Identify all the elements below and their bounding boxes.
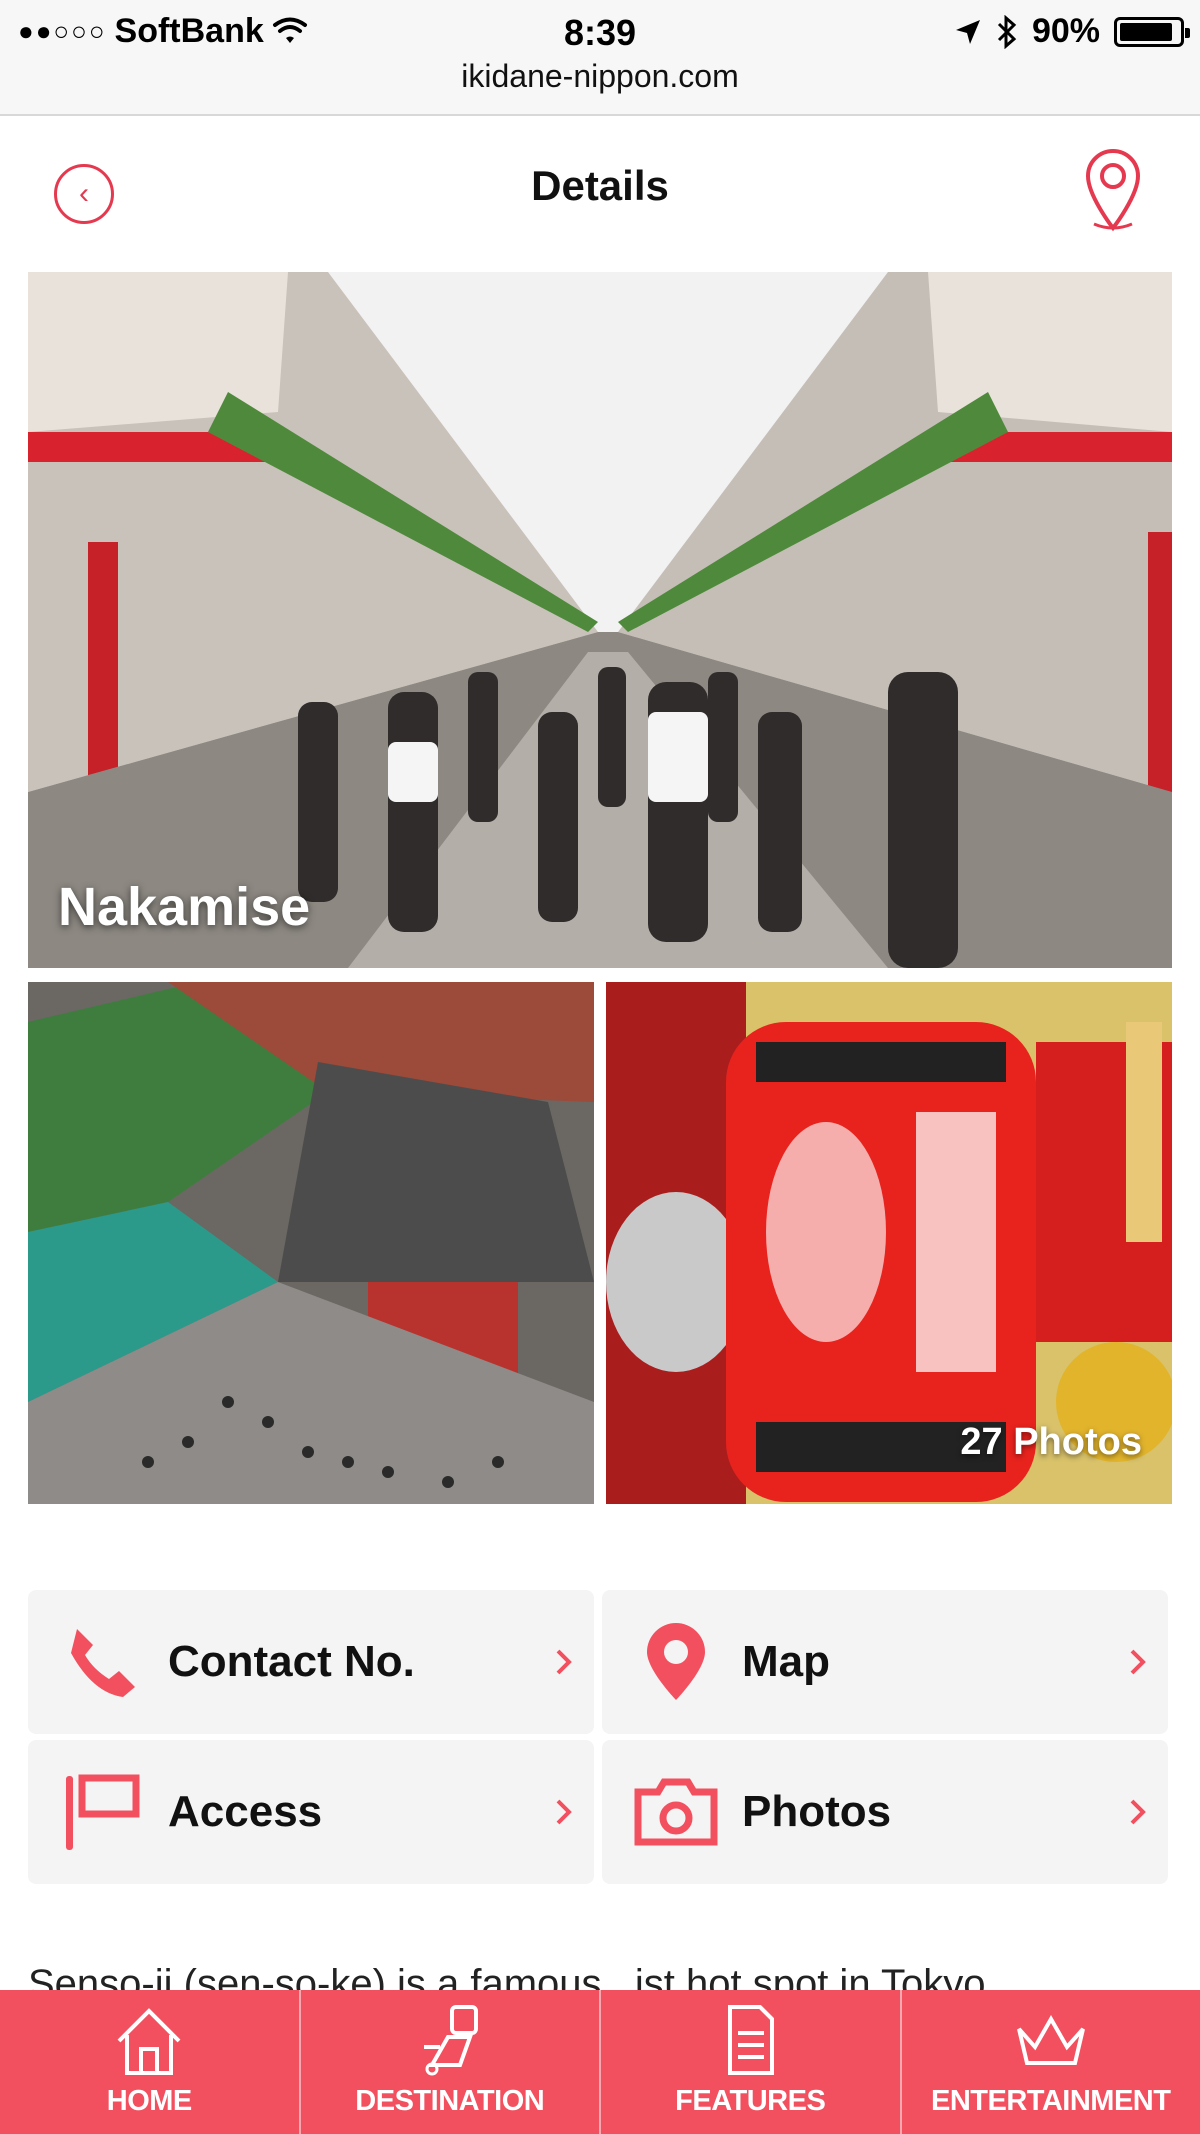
nav-destination[interactable]: DESTINATION — [301, 1990, 601, 2134]
nav-entertainment-label: ENTERTAINMENT — [931, 2085, 1171, 2117]
contact-label: Contact No. — [168, 1637, 415, 1686]
gallery-thumb-left[interactable] — [28, 982, 594, 1504]
page-title: Details — [531, 162, 669, 209]
battery-percent: 90% — [1031, 12, 1100, 50]
gallery-thumb-right[interactable]: 27 Photos — [606, 982, 1172, 1504]
access-label: Access — [168, 1787, 323, 1836]
contact-tile[interactable]: Contact No. — [28, 1590, 594, 1734]
hero-photo[interactable]: Nakamise — [28, 272, 1172, 968]
bottom-navigation: HOME DESTINATION FEATURES ENTERTAINMENT — [0, 1990, 1200, 2134]
camera-icon — [626, 1740, 726, 1884]
nav-features-label: FEATURES — [675, 2085, 826, 2117]
page-header: ‹ Details — [0, 118, 1200, 268]
map-pin-icon[interactable] — [1080, 148, 1146, 232]
hero-title: Nakamise — [58, 877, 311, 937]
nav-home-label: HOME — [106, 2085, 193, 2117]
temple-photo-illustration — [28, 982, 594, 1504]
chevron-right-icon — [1108, 1647, 1168, 1677]
map-label: Map — [742, 1637, 830, 1686]
status-right: 90% — [954, 12, 1190, 51]
flag-icon — [52, 1740, 152, 1884]
chevron-right-icon — [534, 1797, 594, 1827]
bluetooth-icon — [997, 14, 1017, 49]
access-tile[interactable]: Access — [28, 1740, 594, 1884]
hero-photo-illustration — [28, 272, 1172, 968]
battery-icon — [1114, 16, 1190, 47]
photos-label: Photos — [742, 1787, 892, 1836]
map-icon — [423, 2005, 478, 2076]
nav-features[interactable]: FEATURES — [601, 1990, 902, 2134]
nav-home[interactable]: HOME — [0, 1990, 301, 2134]
map-pin-icon — [626, 1590, 726, 1734]
status-row: ●●○○○ SoftBank 8:39 90% — [0, 8, 1200, 54]
home-icon — [117, 2008, 181, 2075]
nav-entertainment[interactable]: ENTERTAINMENT — [902, 1990, 1200, 2134]
photos-tile[interactable]: Photos — [602, 1740, 1168, 1884]
battery-fill — [1120, 22, 1173, 41]
document-icon — [728, 2005, 775, 2075]
url-bar[interactable]: ikidane-nippon.com — [0, 58, 1200, 95]
crown-icon — [1016, 2014, 1085, 2065]
photos-count: 27 Photos — [960, 1421, 1142, 1463]
phone-icon — [52, 1590, 152, 1734]
status-bar: ●●○○○ SoftBank 8:39 90% ikidane-nippon.c… — [0, 0, 1200, 116]
chevron-right-icon — [1108, 1797, 1168, 1827]
location-arrow-icon — [955, 19, 980, 44]
map-tile[interactable]: Map — [602, 1590, 1168, 1734]
nav-destination-label: DESTINATION — [355, 2085, 545, 2117]
chevron-right-icon — [534, 1647, 594, 1677]
